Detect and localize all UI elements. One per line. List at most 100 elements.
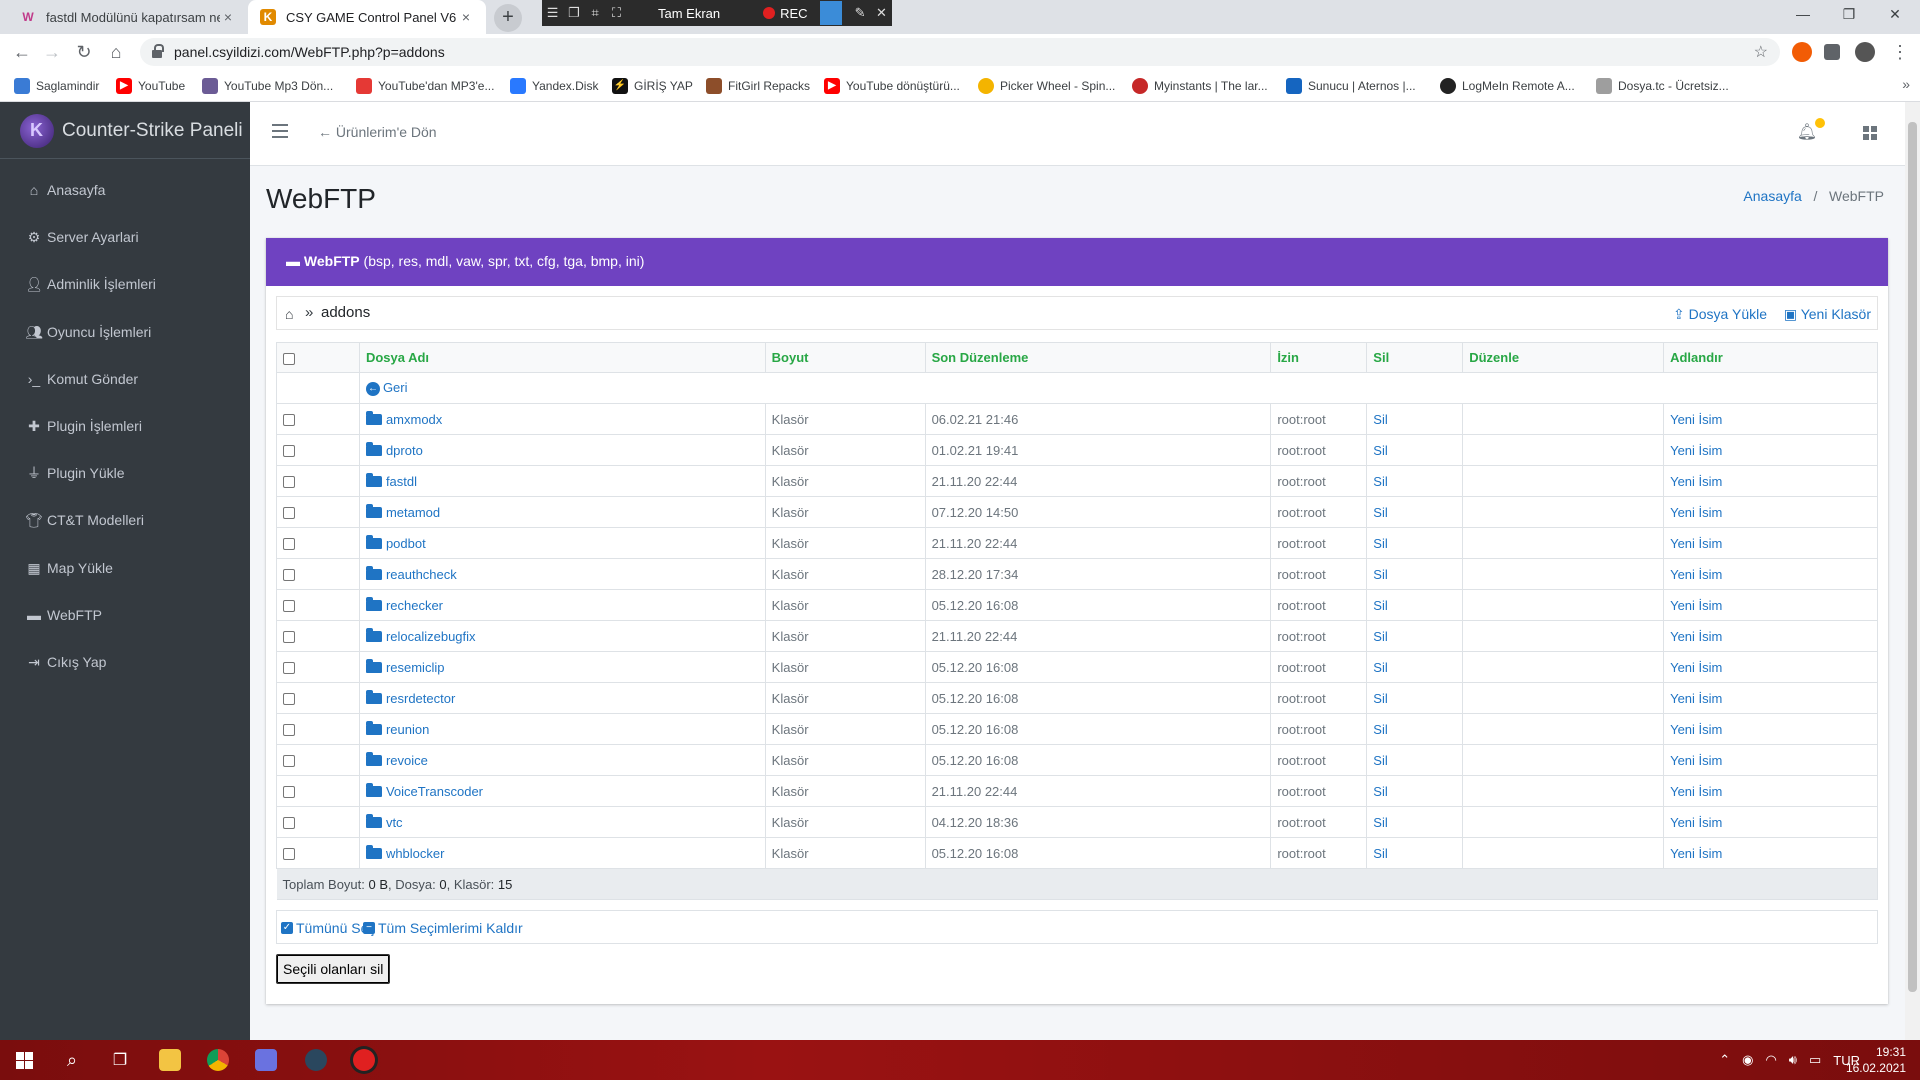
more-bookmarks-icon[interactable]: » [1902,76,1910,92]
sidebar-item-cikis[interactable]: ⇥ Cıkış Yap [24,654,106,671]
select-all-button[interactable]: ✓ Tümünü Seç [281,920,375,936]
folder-link[interactable]: vtc [365,813,403,830]
rename-link[interactable]: Yeni İsim [1670,629,1722,644]
delete-link[interactable]: Sil [1373,815,1387,830]
bookmark-item[interactable]: Sunucu | Aternos |... [1286,78,1416,94]
column-header[interactable]: Boyut [764,342,926,373]
rename-link[interactable]: Yeni İsim [1670,784,1722,799]
deselect-all-button[interactable]: − Tüm Seçimlerimi Kaldır [363,920,523,936]
delete-selected-button[interactable]: Seçili olanları sil [276,954,391,984]
folder-link[interactable]: podbot [365,534,426,551]
close-icon[interactable]: ✕ [871,5,892,21]
folder-link[interactable]: fastdl [365,472,417,489]
sidebar-item-map-yukle[interactable]: ▦ Map Yükle [24,560,113,577]
row-checkbox[interactable] [283,445,295,458]
camera-icon[interactable] [820,1,842,25]
folder-link[interactable]: VoiceTranscoder [365,782,483,799]
apps-grid-icon[interactable] [1863,126,1877,140]
folder-link[interactable]: reunion [365,720,429,737]
bookmark-item[interactable]: YouTube'dan MP3'e... [356,78,494,94]
rename-link[interactable]: Yeni İsim [1670,815,1722,830]
close-window-button[interactable]: ✕ [1872,0,1918,30]
delete-link[interactable]: Sil [1373,691,1387,706]
brand-link[interactable]: Counter-Strike Paneli [0,102,250,159]
rename-link[interactable]: Yeni İsim [1670,753,1722,768]
row-checkbox[interactable] [283,507,295,520]
delete-link[interactable]: Sil [1373,660,1387,675]
profile-avatar[interactable] [1855,42,1875,62]
rename-link[interactable]: Yeni İsim [1670,722,1722,737]
browser-tab[interactable]: W fastdl Modülünü kapatırsam ne c × [8,0,248,34]
delete-link[interactable]: Sil [1373,412,1387,427]
discord-icon[interactable] [242,1040,290,1080]
extension-fire-icon[interactable] [1792,42,1812,62]
clock[interactable]: 19:31 16.02.2021 [1846,1044,1906,1076]
delete-link[interactable]: Sil [1373,567,1387,582]
url-text[interactable]: panel.csyildizi.com/WebFTP.php?p=addons [174,44,445,60]
network-icon[interactable]: ◉ [1742,1052,1753,1068]
restore-button[interactable]: ❐ [1826,0,1872,30]
select-all-checkbox[interactable] [283,352,295,365]
folder-link[interactable]: amxmodx [365,410,442,427]
rename-link[interactable]: Yeni İsim [1670,846,1722,861]
sidebar-item-anasayfa[interactable]: ⌂ Anasayfa [24,182,106,198]
extensions-puzzle-icon[interactable] [1824,44,1840,60]
bookmark-item[interactable]: ▶ YouTube dönüştürü... [824,78,960,94]
bookmark-item[interactable]: FitGirl Repacks [706,78,810,94]
volume-icon[interactable]: 🔊︎ [1789,1052,1797,1068]
back-arrow-icon[interactable]: ← [10,40,34,64]
folder-link[interactable]: rechecker [365,596,443,613]
sidebar-item-plugin-islemleri[interactable]: ✚ Plugin İşlemleri [24,418,142,435]
back-link[interactable]: ← Geri [365,380,408,396]
row-checkbox[interactable] [283,693,295,706]
rename-link[interactable]: Yeni İsim [1670,412,1722,427]
sidebar-item-adminlik[interactable]: 👤︎ Adminlik İşlemleri [24,276,156,293]
file-explorer-icon[interactable] [146,1040,194,1080]
delete-link[interactable]: Sil [1373,753,1387,768]
bookmark-item[interactable]: ⚡ GİRİŞ YAP [612,78,693,94]
sidebar-item-webftp[interactable]: ▬ WebFTP [24,607,102,623]
row-checkbox[interactable] [283,569,295,582]
folder-link[interactable]: relocalizebugfix [365,627,476,644]
bookmark-item[interactable]: Saglamindir [14,78,99,94]
row-checkbox[interactable] [283,538,295,551]
delete-link[interactable]: Sil [1373,722,1387,737]
crop-icon[interactable]: ⛶ [606,5,627,21]
row-checkbox[interactable] [283,786,295,799]
browser-menu-icon[interactable]: ⋮ [1888,40,1912,64]
bookmark-item[interactable]: Dosya.tc - Ücretsiz... [1596,78,1729,94]
sidebar-item-oyuncu[interactable]: 👥︎ Oyuncu İşlemleri [24,324,151,341]
delete-link[interactable]: Sil [1373,536,1387,551]
chevron-up-icon[interactable]: ⌃ [1719,1052,1730,1068]
row-checkbox[interactable] [283,414,295,427]
rename-link[interactable]: Yeni İsim [1670,505,1722,520]
scrollbar-thumb[interactable] [1908,122,1917,992]
rename-link[interactable]: Yeni İsim [1670,691,1722,706]
folder-link[interactable]: resemiclip [365,658,444,675]
folder-link[interactable]: revoice [365,751,428,768]
task-view-icon[interactable]: ❐ [96,1040,144,1080]
bookmark-item[interactable]: Picker Wheel - Spin... [978,78,1115,94]
row-checkbox[interactable] [283,848,295,861]
bookmark-item[interactable]: Yandex.Disk [510,78,598,94]
search-icon[interactable]: ⌕ [48,1040,96,1080]
delete-link[interactable]: Sil [1373,443,1387,458]
row-checkbox[interactable] [283,600,295,613]
home-icon[interactable]: ⌂ [104,40,128,64]
home-icon[interactable]: ⌂ [285,306,293,322]
row-checkbox[interactable] [283,476,295,489]
close-icon[interactable]: × [220,9,236,25]
recorder-icon[interactable] [340,1040,388,1080]
delete-link[interactable]: Sil [1373,598,1387,613]
rename-link[interactable]: Yeni İsim [1670,474,1722,489]
rename-link[interactable]: Yeni İsim [1670,536,1722,551]
record-button[interactable]: REC [763,6,816,21]
folder-link[interactable]: whblocker [365,844,444,861]
browser-tab-active[interactable]: K CSY GAME Control Panel V6 × [248,0,486,34]
notifications-bell-icon[interactable]: 🔔︎ [1797,118,1825,142]
delete-link[interactable]: Sil [1373,846,1387,861]
rename-link[interactable]: Yeni İsim [1670,567,1722,582]
forward-arrow-icon[interactable]: → [40,40,64,64]
lock-icon[interactable] [152,44,164,58]
column-header[interactable]: Dosya Adı [358,342,766,373]
